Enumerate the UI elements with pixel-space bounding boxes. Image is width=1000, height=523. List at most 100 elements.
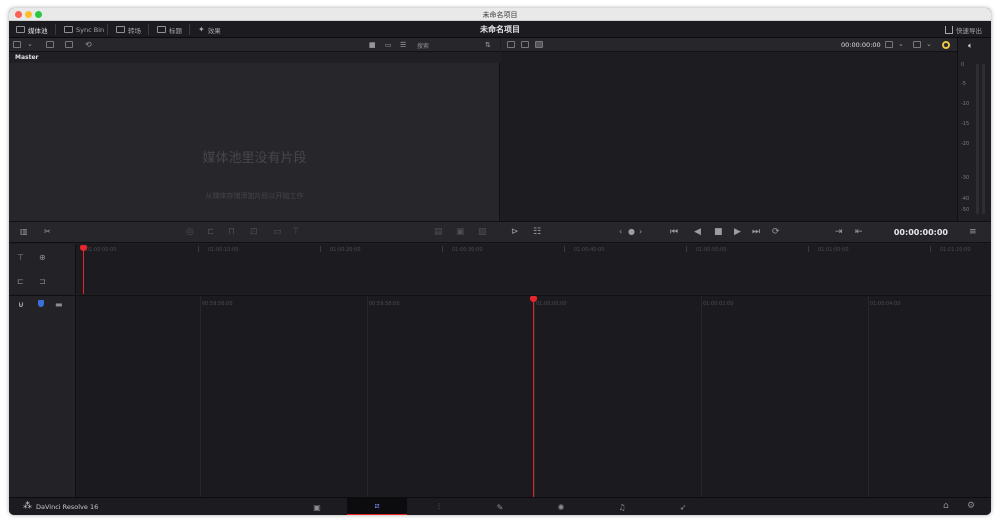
settings-gear-icon[interactable]: ⚙: [967, 502, 975, 511]
meter-scale-label: 0: [961, 62, 965, 68]
transitions-label: 转场: [128, 26, 141, 35]
track-icon[interactable]: ⊤: [17, 253, 24, 262]
color-page-button[interactable]: ✺: [531, 498, 591, 515]
source-overwrite-icon[interactable]: ⊤: [292, 227, 300, 237]
import-folder-icon[interactable]: [65, 41, 73, 48]
chevron-down-icon[interactable]: ⌄: [27, 39, 33, 49]
ripple-overwrite-icon[interactable]: ⊓: [228, 227, 235, 237]
smart-insert-icon[interactable]: ◎: [186, 227, 194, 237]
safe-area-icon[interactable]: [885, 41, 893, 48]
transition-dissolve-icon[interactable]: ▤: [434, 227, 443, 237]
append-icon[interactable]: ⊏: [207, 227, 215, 237]
cut-page-button[interactable]: ⧄: [347, 498, 407, 515]
lower-playhead[interactable]: [533, 299, 534, 498]
transition-smooth-icon[interactable]: ▧: [478, 227, 487, 237]
lower-timeline[interactable]: 00:59:56:00 00:59:58:00 01:00:00:00 01:0…: [76, 295, 991, 498]
timeline-viewer-icon[interactable]: [535, 41, 543, 48]
list-view-icon[interactable]: ☰: [400, 40, 406, 50]
next-edit-icon[interactable]: ⇤: [855, 227, 863, 237]
source-tape-icon[interactable]: [521, 41, 529, 48]
chevron-down-icon[interactable]: ⌄: [898, 39, 904, 49]
media-pool-toolbar: ⌄ ⟲ ▦ ▭ ☰ 搜索 ⇅: [9, 38, 500, 52]
close-up-icon[interactable]: ⊡: [250, 227, 258, 237]
search-field[interactable]: 搜索: [417, 41, 429, 50]
import-media-icon[interactable]: [46, 41, 54, 48]
ruler-tick: 01:00:50:00: [696, 247, 727, 253]
audio-track-icon[interactable]: ⊏: [17, 277, 24, 286]
media-pool-button[interactable]: 媒体池: [16, 24, 48, 35]
ruler-tick: 00:59:56:00: [202, 301, 233, 307]
ruler-divider: [808, 246, 809, 252]
filmstrip-view-icon[interactable]: ▭: [385, 40, 392, 50]
adjust-icon[interactable]: ☷: [533, 227, 541, 237]
ruler-divider: [686, 246, 687, 252]
transport-timecode: 00:00:00:00: [893, 228, 948, 237]
timeline-gridline: [868, 296, 869, 498]
transition-cut-icon[interactable]: ▣: [456, 227, 465, 237]
color-page-icon: ✺: [557, 502, 565, 512]
fusion-page-button[interactable]: ✎: [470, 498, 530, 515]
sync-icon[interactable]: ⟲: [85, 40, 92, 50]
timeline-gridline: [200, 296, 201, 498]
play-icon[interactable]: ▶: [734, 227, 741, 237]
chevron-down-icon[interactable]: ⌄: [926, 39, 932, 49]
main-toolbar: 媒体池 Sync Bin 转场 标题 ✦ 效果 未命名项目 快速导出: [9, 21, 991, 38]
blade-icon[interactable]: ✂: [44, 227, 51, 237]
options-menu-icon[interactable]: ≡: [969, 227, 977, 237]
jog-dot-icon[interactable]: ●: [628, 227, 635, 237]
place-on-top-icon[interactable]: ▭: [273, 227, 282, 237]
jog-right-icon[interactable]: ›: [639, 227, 642, 237]
meter-scale-label: -50: [961, 207, 970, 213]
audio-meters: 🔈︎ 0 -5 -10 -15 -20 -30 -40 -50: [957, 38, 991, 221]
timeline-gridline: [534, 296, 535, 498]
viewer-mode-icon[interactable]: [913, 41, 921, 48]
effects-button[interactable]: ✦ 效果: [198, 24, 221, 35]
meter-channel-left: [976, 64, 979, 214]
fusion-page-icon: ✎: [496, 502, 504, 512]
transitions-button[interactable]: 转场: [116, 24, 141, 35]
snap-icon[interactable]: ⊕: [39, 253, 46, 262]
stop-icon[interactable]: ■: [714, 227, 723, 237]
sidebar-toggle-icon[interactable]: [13, 41, 21, 48]
upper-timeline[interactable]: 01:00:00:00 01:00:10:00 01:00:20:00 01:0…: [76, 244, 991, 294]
deliver-page-button[interactable]: ➶: [653, 498, 713, 515]
upper-playhead[interactable]: [83, 248, 84, 294]
lock-icon[interactable]: [38, 300, 44, 307]
magnet-icon[interactable]: ⊍: [18, 300, 24, 309]
timeline-gridline: [701, 296, 702, 498]
speaker-icon[interactable]: 🔈︎: [968, 41, 973, 51]
app-name: DaVinci Resolve 16: [36, 503, 99, 511]
play-reverse-icon[interactable]: ◀: [694, 227, 701, 237]
titles-button[interactable]: 标题: [157, 24, 182, 35]
ruler-divider: [564, 246, 565, 252]
ruler-tick: 01:00:02:00: [703, 301, 734, 307]
sort-icon[interactable]: ⇅: [485, 40, 491, 50]
quick-export-label: 快速导出: [956, 26, 982, 35]
video-track-icon[interactable]: ⊐: [39, 277, 46, 286]
audio-trim-icon[interactable]: ▥: [20, 227, 28, 237]
source-clip-icon[interactable]: [507, 41, 515, 48]
tracks-icon[interactable]: ▬: [55, 300, 63, 309]
meter-scale-label: -20: [961, 141, 970, 147]
color-icon[interactable]: [942, 41, 950, 49]
ruler-divider: [198, 246, 199, 252]
fairlight-page-button[interactable]: ♫: [592, 498, 652, 515]
previous-edit-icon[interactable]: ⇥: [835, 227, 843, 237]
quick-export-button[interactable]: 快速导出: [945, 24, 982, 35]
jog-left-icon[interactable]: ‹: [619, 227, 622, 237]
sync-bin-button[interactable]: Sync Bin: [64, 24, 104, 35]
thumbnail-view-icon[interactable]: ▦: [369, 40, 376, 50]
edit-page-button[interactable]: ⫶: [409, 498, 469, 515]
go-to-start-icon[interactable]: ⏮: [670, 227, 678, 237]
viewer-panel[interactable]: [501, 52, 957, 221]
meter-scale-label: -30: [961, 175, 970, 181]
meter-scale-label: -10: [961, 101, 970, 107]
loop-icon[interactable]: ⟳: [772, 227, 780, 237]
play-clip-icon[interactable]: ⊳: [511, 227, 519, 237]
meter-scale-label: -40: [961, 196, 970, 202]
home-icon[interactable]: ⌂: [943, 502, 949, 511]
meter-scale-label: -15: [961, 121, 970, 127]
go-to-end-icon[interactable]: ⏭: [752, 227, 760, 237]
titles-label: 标题: [169, 26, 182, 35]
media-page-button[interactable]: ▣: [287, 498, 347, 515]
